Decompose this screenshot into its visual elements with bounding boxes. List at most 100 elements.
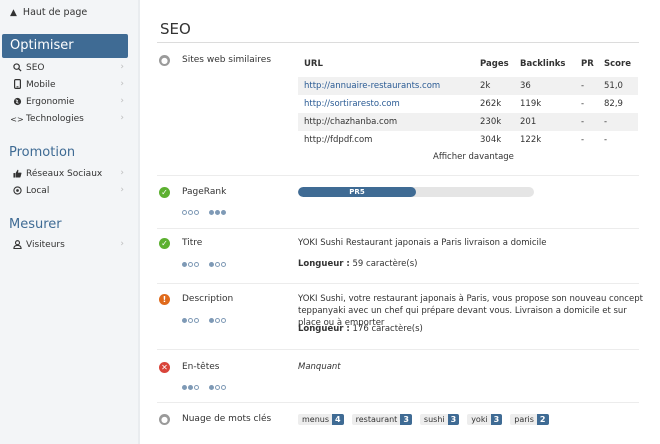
titre-label: Titre <box>182 238 203 248</box>
pagerank-label: PageRank <box>182 187 227 197</box>
back-to-top-link[interactable]: ▲ Haut de page <box>10 7 87 18</box>
title-divider <box>157 42 639 43</box>
column-header-url: URL <box>304 59 323 69</box>
column-header-pr: PR <box>581 59 594 69</box>
sidebar-item-technologies[interactable]: <> Technologies › <box>10 112 126 126</box>
difficulty-dots <box>209 318 226 323</box>
keyword-word: restaurant <box>355 415 398 424</box>
titre-value: YOKI Sushi Restaurant japonais a Paris l… <box>298 238 547 248</box>
sidebar-item-seo[interactable]: SEO › <box>10 61 126 75</box>
check-icon: ✓ <box>159 238 170 249</box>
row-divider <box>157 283 639 284</box>
importance-difficulty-dots <box>182 210 226 215</box>
chevron-right-icon: › <box>120 96 124 106</box>
sidebar-item-label: Réseaux Sociaux <box>26 169 103 179</box>
section-promotion[interactable]: Promotion <box>9 145 75 160</box>
difficulty-dots <box>209 262 226 267</box>
sidebar-item-visiteurs[interactable]: Visiteurs › <box>10 238 126 252</box>
main-panel: SEO ● Sites web similaires URL Pages Bac… <box>140 0 660 444</box>
table-row: http://fdpdf.com 304k 122k - - <box>298 131 638 149</box>
search-icon <box>10 62 24 74</box>
difficulty-dots <box>209 210 226 215</box>
back-to-top-label: Haut de page <box>22 7 88 18</box>
column-header-backlinks: Backlinks <box>520 59 566 69</box>
chevron-right-icon: › <box>120 239 124 249</box>
keyword-word: paris <box>514 415 534 424</box>
headers-label: En-têtes <box>182 362 220 372</box>
neutral-status-icon: ● <box>159 414 170 425</box>
pages-cell: 304k <box>480 135 502 145</box>
importance-dots <box>182 210 199 215</box>
keyword-count: 4 <box>332 414 344 425</box>
length-value: 176 caractère(s) <box>352 324 423 334</box>
importance-dots <box>182 262 199 267</box>
pagerank-bar-fill: PR5 <box>298 187 416 197</box>
site-url-link[interactable]: http://sortiraresto.com <box>304 99 400 109</box>
error-icon: ✕ <box>159 362 170 373</box>
sidebar-item-label: Mobile <box>26 80 56 90</box>
keyword-tag: menus 4 <box>298 414 344 425</box>
keyword-tag: sushi 3 <box>419 414 460 425</box>
keyword-count: 3 <box>490 414 503 425</box>
chevron-right-icon: › <box>120 113 124 123</box>
show-more-link[interactable]: Afficher davantage <box>433 152 514 162</box>
keyword-tag: restaurant 3 <box>351 414 412 425</box>
page-title: SEO <box>160 20 191 38</box>
keyword-word: yoki <box>471 415 488 424</box>
site-url-cell: http://fdpdf.com <box>304 135 373 145</box>
importance-difficulty-dots <box>182 385 226 390</box>
backlinks-cell: 201 <box>520 117 537 127</box>
importance-difficulty-dots <box>182 318 226 323</box>
row-divider <box>157 402 639 403</box>
backlinks-cell: 119k <box>520 99 542 109</box>
row-divider <box>157 349 639 350</box>
importance-dots <box>182 385 199 390</box>
importance-dots <box>182 318 199 323</box>
keyword-cloud: menus 4 restaurant 3 sushi 3 yoki 3 paris 2 <box>298 414 549 425</box>
chevron-right-icon: › <box>120 168 124 178</box>
table-row: http://chazhanba.com 230k 201 - - <box>298 113 638 131</box>
site-url-cell: http://chazhanba.com <box>304 117 398 127</box>
keyword-word: menus <box>302 415 330 424</box>
sidebar-item-label: Visiteurs <box>26 240 65 250</box>
sidebar: ▲ Haut de page Optimiser SEO › Mobile › … <box>0 0 138 444</box>
sidebar-item-label: Local <box>26 186 50 196</box>
thumbs-up-icon <box>10 169 24 180</box>
sidebar-item-mobile[interactable]: Mobile › <box>10 78 126 92</box>
section-mesurer[interactable]: Mesurer <box>9 217 62 232</box>
pr-cell: - <box>581 117 585 127</box>
sidebar-item-label: Technologies <box>26 114 84 124</box>
keyword-tag: paris 2 <box>510 414 549 425</box>
keyword-count: 2 <box>536 414 549 425</box>
sidebar-item-reseaux-sociaux[interactable]: Réseaux Sociaux › <box>10 167 126 181</box>
chevron-right-icon: › <box>120 79 124 89</box>
column-header-score: Score <box>604 59 631 69</box>
sidebar-item-local[interactable]: Local › <box>10 184 126 198</box>
chevron-right-icon: › <box>120 62 124 72</box>
section-optimiser[interactable]: Optimiser <box>2 34 128 58</box>
site-url-link[interactable]: http://annuaire-restaurants.com <box>304 81 440 91</box>
table-row: http://sortiraresto.com 262k 119k - 82,9 <box>298 95 638 113</box>
importance-difficulty-dots <box>182 262 226 267</box>
headers-value: Manquant <box>298 362 341 372</box>
user-icon <box>10 239 24 251</box>
titre-length: Longueur : 59 caractère(s) <box>298 259 417 269</box>
backlinks-cell: 36 <box>520 81 531 91</box>
score-cell: 51,0 <box>604 81 623 91</box>
keyword-count: 3 <box>400 414 412 425</box>
globe-icon <box>10 97 24 108</box>
score-cell: 82,9 <box>604 99 623 109</box>
warning-icon: ! <box>159 294 170 305</box>
pr-cell: - <box>581 135 585 145</box>
score-cell: - <box>604 135 608 145</box>
pages-cell: 262k <box>480 99 502 109</box>
sidebar-item-label: SEO <box>26 63 45 73</box>
similar-sites-table: URL Pages Backlinks PR Score http://annu… <box>298 51 638 149</box>
length-label: Longueur : <box>298 324 350 334</box>
chevron-right-icon: › <box>120 185 124 195</box>
sidebar-item-ergonomie[interactable]: Ergonomie › <box>10 95 126 109</box>
neutral-status-icon: ● <box>159 55 170 66</box>
column-header-pages: Pages <box>480 59 509 69</box>
keywords-label: Nuage de mots clés <box>182 414 272 424</box>
length-label: Longueur : <box>298 259 350 269</box>
